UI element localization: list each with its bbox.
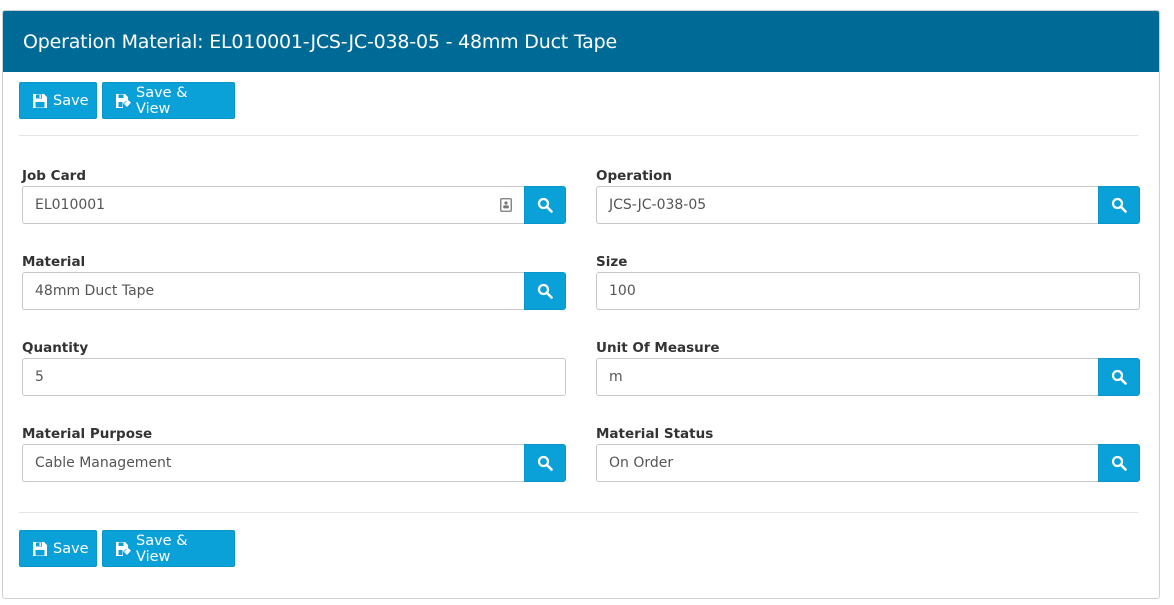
save-button[interactable]: Save xyxy=(19,82,97,119)
save-and-view-button-label: Save & View xyxy=(136,84,188,117)
size-value: 100 xyxy=(609,283,636,299)
material-status-input-group: On Order xyxy=(596,444,1140,482)
quantity-input-group: 5 xyxy=(22,358,566,396)
panel-header: Operation Material: EL010001-JCS-JC-038-… xyxy=(3,11,1159,72)
floppy-disk-icon xyxy=(32,93,48,109)
save-button-label: Save xyxy=(53,92,89,109)
material-purpose-label: Material Purpose xyxy=(22,426,153,442)
quantity-label: Quantity xyxy=(22,340,89,356)
material-status-value: On Order xyxy=(609,455,674,471)
job-card-input[interactable]: EL010001 xyxy=(22,186,524,224)
save-and-view-button-label: Save & View xyxy=(136,532,188,565)
material-purpose-search-button[interactable] xyxy=(524,444,566,482)
size-field-group: Size 100 xyxy=(596,252,1140,310)
material-status-input[interactable]: On Order xyxy=(596,444,1098,482)
save-and-view-button-bottom[interactable]: Save & View xyxy=(102,530,235,567)
unit-of-measure-input[interactable]: m xyxy=(596,358,1098,396)
material-purpose-input-group: Cable Management xyxy=(22,444,566,482)
material-label: Material xyxy=(22,254,86,270)
search-icon xyxy=(537,283,553,299)
quantity-field-group: Quantity 5 xyxy=(22,338,566,396)
divider xyxy=(19,512,1138,513)
material-purpose-value: Cable Management xyxy=(35,455,172,471)
material-purpose-input[interactable]: Cable Management xyxy=(22,444,524,482)
divider xyxy=(19,135,1138,136)
operation-search-button[interactable] xyxy=(1098,186,1140,224)
contact-card-icon xyxy=(500,198,512,212)
save-and-view-icon xyxy=(115,541,131,557)
unit-of-measure-value: m xyxy=(609,369,623,385)
operation-field-group: Operation JCS-JC-038-05 xyxy=(596,166,1140,224)
size-input[interactable]: 100 xyxy=(596,272,1140,310)
job-card-search-button[interactable] xyxy=(524,186,566,224)
search-icon xyxy=(1111,369,1127,385)
material-search-button[interactable] xyxy=(524,272,566,310)
job-card-field-group: Job Card EL010001 xyxy=(22,166,566,224)
save-and-view-button[interactable]: Save & View xyxy=(102,82,235,119)
material-status-field-group: Material Status On Order xyxy=(596,424,1140,482)
job-card-input-group: EL010001 xyxy=(22,186,566,224)
search-icon xyxy=(1111,455,1127,471)
material-status-label: Material Status xyxy=(596,426,714,442)
save-and-view-icon xyxy=(115,93,131,109)
material-input[interactable]: 48mm Duct Tape xyxy=(22,272,524,310)
quantity-input[interactable]: 5 xyxy=(22,358,566,396)
operation-input[interactable]: JCS-JC-038-05 xyxy=(596,186,1098,224)
material-value: 48mm Duct Tape xyxy=(35,283,155,299)
unit-of-measure-input-group: m xyxy=(596,358,1140,396)
unit-of-measure-field-group: Unit Of Measure m xyxy=(596,338,1140,396)
material-input-group: 48mm Duct Tape xyxy=(22,272,566,310)
save-button-bottom[interactable]: Save xyxy=(19,530,97,567)
save-button-label: Save xyxy=(53,540,89,557)
page-title: Operation Material: EL010001-JCS-JC-038-… xyxy=(23,30,617,53)
material-purpose-field-group: Material Purpose Cable Management xyxy=(22,424,566,482)
job-card-value: EL010001 xyxy=(35,197,106,213)
size-label: Size xyxy=(596,254,628,270)
unit-of-measure-label: Unit Of Measure xyxy=(596,340,720,356)
operation-input-group: JCS-JC-038-05 xyxy=(596,186,1140,224)
job-card-label: Job Card xyxy=(22,168,86,184)
unit-of-measure-search-button[interactable] xyxy=(1098,358,1140,396)
search-icon xyxy=(1111,197,1127,213)
search-icon xyxy=(537,197,553,213)
bottom-toolbar: Save Save & View xyxy=(19,530,235,567)
operation-label: Operation xyxy=(596,168,673,184)
operation-value: JCS-JC-038-05 xyxy=(609,197,707,213)
quantity-value: 5 xyxy=(35,369,44,385)
material-field-group: Material 48mm Duct Tape xyxy=(22,252,566,310)
search-icon xyxy=(537,455,553,471)
material-status-search-button[interactable] xyxy=(1098,444,1140,482)
size-input-group: 100 xyxy=(596,272,1140,310)
top-toolbar: Save Save & View xyxy=(19,82,235,119)
floppy-disk-icon xyxy=(32,541,48,557)
